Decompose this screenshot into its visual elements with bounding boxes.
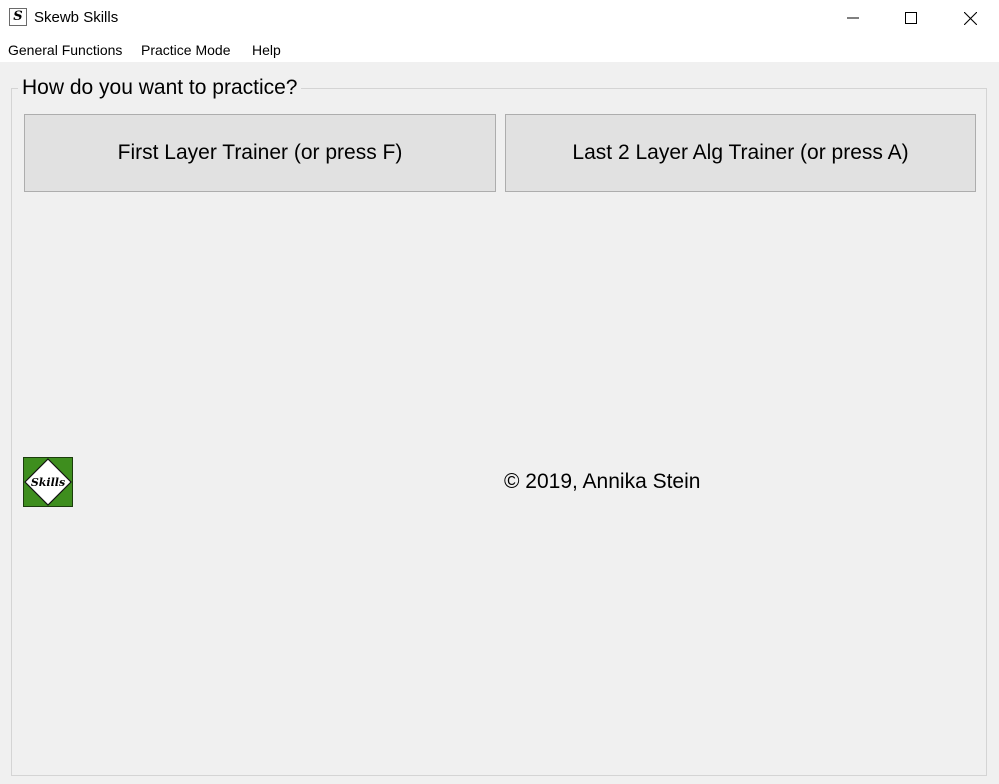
- minimize-button[interactable]: [824, 0, 882, 36]
- menu-bar: General Functions Practice Mode Help: [0, 36, 999, 62]
- last-layer-alg-trainer-button[interactable]: Last 2 Layer Alg Trainer (or press A): [505, 114, 976, 192]
- menu-general-functions[interactable]: General Functions: [8, 42, 122, 58]
- first-layer-trainer-button[interactable]: First Layer Trainer (or press F): [24, 114, 496, 192]
- maximize-icon: [905, 12, 917, 24]
- app-icon: S: [9, 8, 27, 26]
- copyright-text: © 2019, Annika Stein: [504, 470, 701, 493]
- maximize-button[interactable]: [882, 0, 940, 36]
- skewb-skills-logo: Skills: [23, 457, 73, 507]
- minimize-icon: [847, 17, 859, 19]
- logo-text: Skills: [31, 476, 65, 489]
- window-title: Skewb Skills: [34, 9, 119, 26]
- close-button[interactable]: [941, 0, 999, 36]
- logo-graphic: Skills: [24, 458, 72, 506]
- close-icon: [963, 11, 977, 25]
- title-bar: S Skewb Skills: [0, 0, 999, 36]
- menu-help[interactable]: Help: [252, 42, 281, 58]
- menu-practice-mode[interactable]: Practice Mode: [141, 42, 230, 58]
- group-title: How do you want to practice?: [18, 76, 302, 100]
